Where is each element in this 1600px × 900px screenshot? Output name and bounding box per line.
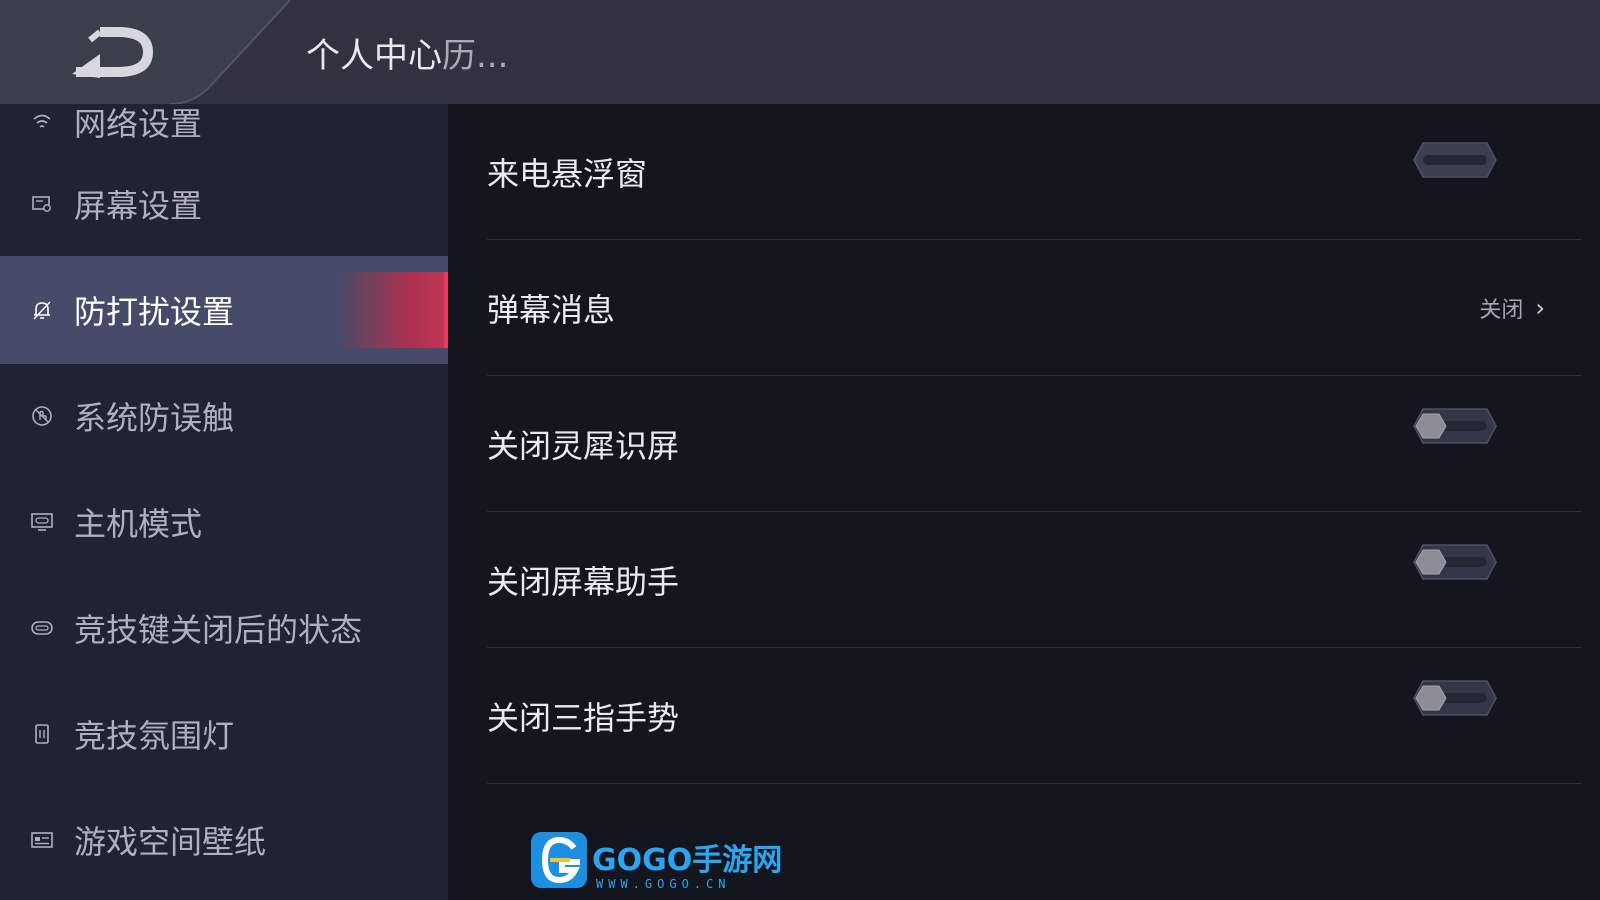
screen-settings-icon [29, 191, 55, 217]
sidebar-item-label: 系统防误触 [74, 399, 235, 437]
sidebar-item-label: 网络设置 [74, 105, 203, 143]
sidebar-item-label: 竞技键关闭后的状态 [74, 611, 363, 649]
setting-row-incoming-call-float: 来电悬浮窗 [487, 104, 1581, 240]
watermark-url: WWW.GOGO.CN [596, 877, 730, 891]
gogo-logo-icon: GOGO手游网 WWW.GOGO.CN [531, 832, 782, 891]
setting-label: 关闭灵犀识屏 [487, 426, 680, 465]
chevron-right-icon: › [1535, 293, 1545, 322]
sidebar-item-esports-key-state[interactable]: 竞技键关闭后的状态 [0, 574, 448, 682]
sidebar-item-label: 主机模式 [74, 505, 203, 543]
screen-assistant-toggle[interactable] [1413, 544, 1497, 580]
setting-label: 关闭三指手势 [487, 698, 680, 737]
sidebar-item-label: 防打扰设置 [74, 293, 235, 331]
back-button[interactable] [60, 18, 170, 86]
smart-screen-recognition-toggle[interactable] [1413, 408, 1497, 444]
sidebar-item-do-not-disturb[interactable]: 防打扰设置 [0, 256, 448, 364]
setting-label: 弹幕消息 [487, 290, 616, 329]
sidebar-item-ambient-light[interactable]: 竞技氛围灯 [0, 680, 448, 788]
setting-row-danmaku-message[interactable]: 弹幕消息 关闭 › [487, 240, 1581, 376]
setting-label: 关闭屏幕助手 [487, 562, 680, 601]
wallpaper-icon [29, 827, 55, 853]
bell-icon [29, 297, 55, 323]
top-bar: 个人中心历... [0, 0, 1600, 104]
sidebar-item-label: 竞技氛围灯 [74, 717, 235, 755]
incoming-call-float-toggle[interactable] [1413, 142, 1497, 178]
back-arrow-icon [72, 27, 153, 78]
page-title-main: 个人中心 [306, 36, 442, 76]
sidebar-item-anti-mistouch[interactable]: 系统防误触 [0, 362, 448, 470]
console-icon [29, 509, 55, 535]
sidebar-item-console-mode[interactable]: 主机模式 [0, 468, 448, 576]
watermark-logo: GOGO手游网 WWW.GOGO.CN [530, 830, 782, 892]
sidebar-item-screen-settings[interactable]: 屏幕设置 [0, 150, 448, 258]
danmaku-value: 关闭 [1479, 297, 1524, 323]
setting-row-smart-screen-recognition: 关闭灵犀识屏 [487, 376, 1581, 512]
danmaku-value-link[interactable]: 关闭 › [1479, 292, 1545, 324]
settings-panel: 来电悬浮窗 弹幕消息 关闭 › 关闭灵犀识屏 关闭屏幕助手 关闭三指手势 [448, 104, 1600, 900]
network-icon [29, 109, 55, 135]
touch-block-icon [29, 403, 55, 429]
watermark-brand: GOGO手游网 [592, 843, 782, 878]
setting-row-three-finger-gesture: 关闭三指手势 [487, 648, 1581, 784]
page-title-suffix: 历... [442, 36, 509, 76]
setting-label: 来电悬浮窗 [487, 154, 648, 193]
active-highlight [338, 272, 448, 348]
setting-row-screen-assistant: 关闭屏幕助手 [487, 512, 1581, 648]
three-finger-gesture-toggle[interactable] [1413, 680, 1497, 716]
switch-key-icon [29, 615, 55, 641]
settings-sidebar: 网络设置 屏幕设置 防打扰设置 系统防误触 主机模式 竞技键关闭后的状态 竞技氛… [0, 104, 448, 900]
sidebar-item-label: 游戏空间壁纸 [74, 823, 267, 861]
sidebar-item-label: 屏幕设置 [74, 187, 203, 225]
sidebar-item-wallpaper[interactable]: 游戏空间壁纸 [0, 786, 448, 894]
ambient-light-icon [29, 721, 55, 747]
page-title: 个人中心历... [306, 28, 508, 77]
